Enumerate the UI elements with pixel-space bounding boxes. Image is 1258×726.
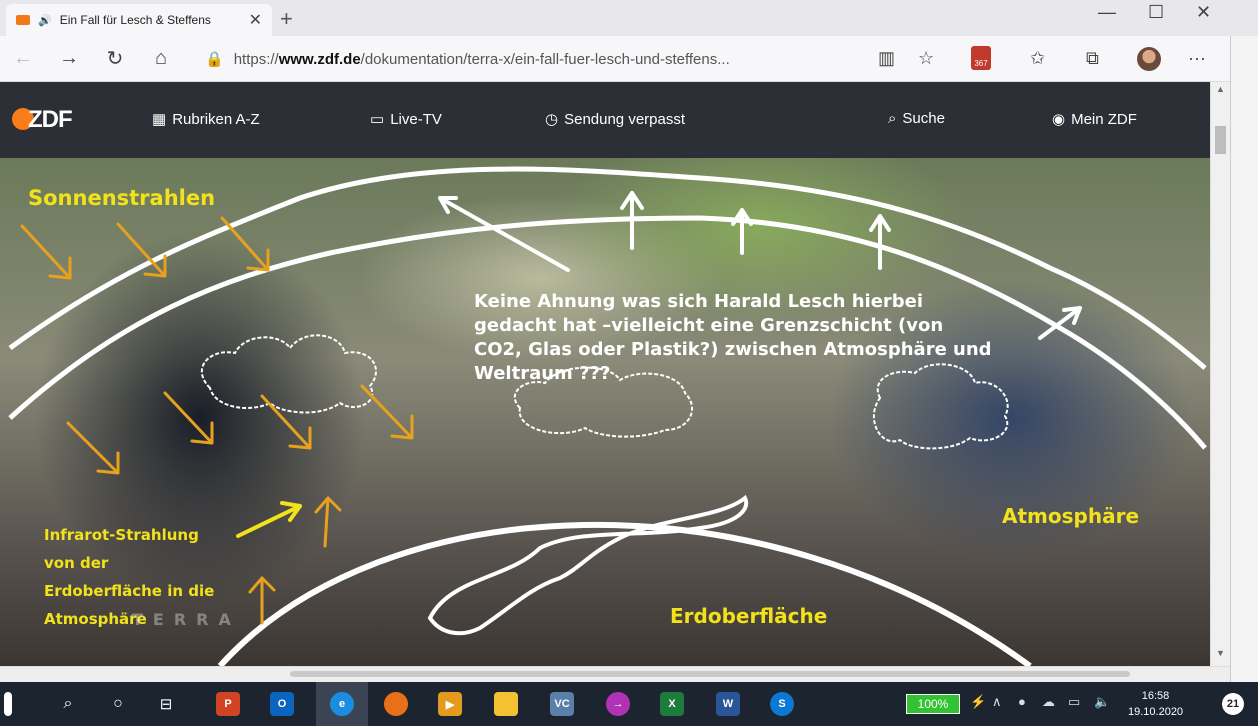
nav-suche[interactable]: ⌕ Suche [888, 110, 945, 127]
side-panel [1230, 36, 1258, 682]
screen: 🔊 Ein Fall für Lesch & Steffens ✕ + — ☐ … [0, 0, 1258, 726]
outlook-icon[interactable]: O [270, 692, 294, 716]
tab-title: Ein Fall für Lesch & Steffens [59, 13, 211, 27]
infrared-arrow [236, 501, 302, 538]
speaker-icon: 🔊 [38, 14, 52, 27]
clock-date: 19.10.2020 [1128, 706, 1184, 718]
hero-image[interactable]: Sonnenstrahlen Keine Ahnung was sich Har… [0, 158, 1210, 666]
tray-chevron-icon[interactable]: ∧ [992, 694, 1002, 710]
taskbar: ⌕ ○ ⊟ P O e ▶ VC → X W S 100% ⚡ ∧ ● ☁ ▭ … [0, 682, 1258, 726]
label-infrarot-line1: Infrarot-Strahlung [44, 526, 199, 544]
scrollbar-thumb[interactable] [1215, 126, 1226, 154]
search-icon[interactable]: ⌕ [56, 692, 80, 716]
zdf-logo[interactable]: ZDF [12, 106, 73, 134]
app-purple-icon[interactable]: → [606, 692, 630, 716]
close-tab-icon[interactable]: ✕ [249, 10, 262, 30]
edge-icon[interactable]: e [330, 692, 354, 716]
cloud-left [200, 334, 377, 414]
scroll-down-icon[interactable]: ▼ [1216, 648, 1225, 658]
nav-label: Live-TV [390, 110, 442, 128]
earth-arc [217, 521, 1032, 666]
vertical-scrollbar[interactable]: ▲ ▼ [1210, 82, 1230, 666]
url-text: https://www.zdf.de/dokumentation/terra-x… [234, 51, 730, 68]
lock-icon: 🔒 [205, 51, 224, 68]
collections-icon[interactable]: ⧉ [1086, 48, 1099, 69]
address-bar: ← → ↻ ⌂ 🔒 https://www.zdf.de/dokumentati… [0, 36, 1230, 82]
comment-text: Keine Ahnung was sich Harald Lesch hierb… [474, 291, 992, 384]
home-icon[interactable]: ⌂ [138, 47, 184, 70]
nav-sendung-verpasst[interactable]: ◷ Sendung verpasst [545, 110, 686, 129]
media-player-icon[interactable]: ▶ [438, 692, 462, 716]
url-prefix: https:// [233, 50, 279, 68]
nav-rubriken[interactable]: ▦ Rubriken A-Z [152, 110, 260, 129]
start-icon[interactable] [4, 692, 12, 716]
url-domain: www.zdf.de [278, 50, 361, 68]
favorite-star-icon[interactable]: ☆ [918, 48, 934, 69]
network-icon[interactable]: ▭ [1068, 694, 1080, 710]
volume-icon[interactable]: 🔈 [1094, 694, 1110, 710]
more-menu-icon[interactable]: ··· [1188, 48, 1206, 69]
refresh-icon[interactable]: ↻ [92, 46, 138, 71]
user-icon: ◉ [1052, 111, 1066, 128]
battery-indicator[interactable]: 100% [906, 694, 960, 714]
tab-bar: 🔊 Ein Fall für Lesch & Steffens ✕ + — ☐ … [0, 0, 1258, 36]
monitor-icon: ▭ [370, 111, 385, 128]
nav-mein-zdf[interactable]: ◉ Mein ZDF [1052, 110, 1137, 129]
label-infrarot-line3: Erdoberfläche in die [44, 582, 215, 600]
zdf-favicon-icon [16, 15, 30, 25]
url-path: /dokumentation/terra-x/ein-fall-fuer-les… [360, 50, 730, 68]
back-icon[interactable]: ← [0, 47, 46, 70]
tray-app-icon[interactable]: ● [1018, 694, 1026, 709]
nav-label: Suche [902, 110, 945, 127]
label-erdoberflaeche: Erdoberfläche [670, 604, 828, 628]
label-atmosphaere: Atmosphäre [1002, 504, 1140, 528]
extension-badge-icon[interactable]: 367 [971, 46, 991, 70]
nav-label: Mein ZDF [1071, 110, 1137, 128]
close-window-icon[interactable]: ✕ [1196, 2, 1211, 23]
horizontal-scrollbar[interactable] [0, 666, 1230, 682]
url-field[interactable]: 🔒 https://www.zdf.de/dokumentation/terra… [205, 45, 885, 73]
label-infrarot-line2: von der [44, 554, 109, 572]
browser-tab[interactable]: 🔊 Ein Fall für Lesch & Steffens ✕ [6, 4, 272, 36]
favorites-icon[interactable]: ✩ [1030, 48, 1045, 69]
task-view-icon[interactable]: ⊟ [154, 692, 178, 716]
reader-view-icon[interactable]: ▥ [878, 48, 895, 69]
forward-icon[interactable]: → [46, 47, 92, 70]
search-icon: ⌕ [888, 110, 897, 127]
nav-live-tv[interactable]: ▭ Live-TV [370, 110, 442, 129]
skype-icon[interactable]: S [770, 692, 794, 716]
firefox-icon[interactable] [384, 692, 408, 716]
clock-icon: ◷ [545, 111, 559, 128]
zdf-header: ZDF ▦ Rubriken A-Z ▭ Live-TV ◷ Sendung v… [0, 82, 1210, 158]
cortana-icon[interactable]: ○ [106, 692, 130, 716]
label-sonnenstrahlen: Sonnenstrahlen [28, 186, 216, 210]
clock-time: 16:58 [1141, 690, 1170, 702]
word-icon[interactable]: W [716, 692, 740, 716]
grid-icon: ▦ [152, 111, 167, 128]
scroll-up-icon[interactable]: ▲ [1216, 84, 1225, 94]
file-explorer-icon[interactable] [494, 692, 518, 716]
horizontal-scrollbar-thumb[interactable] [290, 671, 1130, 677]
onedrive-icon[interactable]: ☁ [1042, 694, 1055, 710]
notification-center-icon[interactable]: 21 [1222, 693, 1244, 715]
nav-label: Sendung verpasst [564, 110, 686, 128]
new-tab-button[interactable]: + [280, 6, 293, 32]
power-icon[interactable]: ⚡ [970, 694, 986, 710]
maximize-icon[interactable]: ☐ [1148, 2, 1164, 23]
excel-icon[interactable]: X [660, 692, 684, 716]
zdf-logo-text: ZDF [28, 106, 73, 133]
terra-x-watermark: TERRA [132, 610, 241, 629]
nav-label: Rubriken A-Z [172, 110, 260, 128]
profile-avatar[interactable] [1137, 47, 1161, 71]
vc-app-icon[interactable]: VC [550, 692, 574, 716]
minimize-icon[interactable]: — [1098, 2, 1116, 23]
clock[interactable]: 16:58 19.10.2020 [1128, 688, 1183, 720]
powerpoint-icon[interactable]: P [216, 692, 240, 716]
